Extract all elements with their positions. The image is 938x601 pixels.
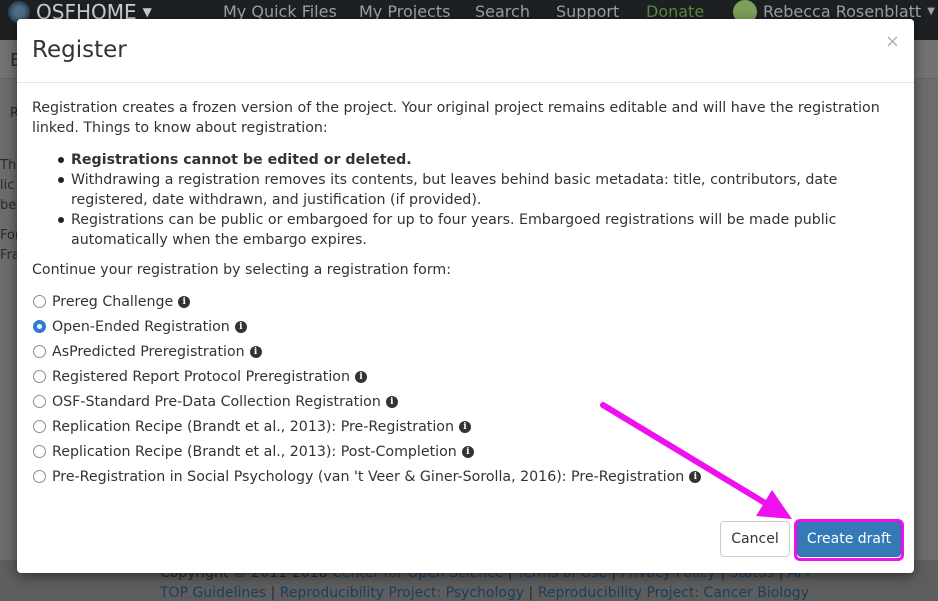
footer-link-top[interactable]: TOP Guidelines xyxy=(160,585,266,601)
modal-header: Register × xyxy=(17,19,914,83)
radio-button-selected[interactable] xyxy=(33,320,46,333)
chevron-down-icon: ▼ xyxy=(142,5,152,19)
radio-button[interactable] xyxy=(33,470,46,483)
option-label: Open-Ended Registration xyxy=(52,318,230,335)
option-social-psychology[interactable]: Pre-Registration in Social Psychology (v… xyxy=(32,464,892,489)
modal-title: Register xyxy=(32,37,127,63)
form-prompt: Continue your registration by selecting … xyxy=(32,262,452,278)
radio-button[interactable] xyxy=(33,420,46,433)
info-icon[interactable]: i xyxy=(354,370,367,383)
option-open-ended-registration[interactable]: Open-Ended Registration i xyxy=(32,314,892,339)
note-item: Registrations can be public or embargoed… xyxy=(58,210,892,250)
option-replication-post[interactable]: Replication Recipe (Brandt et al., 2013)… xyxy=(32,439,892,464)
info-icon[interactable]: i xyxy=(385,395,398,408)
registration-notes: Registrations cannot be edited or delete… xyxy=(32,150,892,250)
option-registered-report[interactable]: Registered Report Protocol Preregistrati… xyxy=(32,364,892,389)
info-icon[interactable]: i xyxy=(458,420,471,433)
radio-button[interactable] xyxy=(33,345,46,358)
close-icon[interactable]: × xyxy=(885,31,900,52)
option-label: OSF-Standard Pre-Data Collection Registr… xyxy=(52,393,381,410)
register-modal: Register × Registration creates a frozen… xyxy=(17,19,914,573)
option-label: Registered Report Protocol Preregistrati… xyxy=(52,368,350,385)
footer-link-rpp[interactable]: Reproducibility Project: Psychology xyxy=(280,585,524,601)
create-draft-button[interactable]: Create draft xyxy=(797,521,901,557)
caret-down-icon: ▼ xyxy=(927,6,935,17)
info-icon[interactable]: i xyxy=(461,445,474,458)
modal-body: Registration creates a frozen version of… xyxy=(32,98,892,489)
option-aspredicted[interactable]: AsPredicted Preregistration i xyxy=(32,339,892,364)
option-label: Replication Recipe (Brandt et al., 2013)… xyxy=(52,443,457,460)
radio-button[interactable] xyxy=(33,370,46,383)
option-label: Prereg Challenge xyxy=(52,293,174,310)
info-icon[interactable]: i xyxy=(234,320,247,333)
text-fragment: lic xyxy=(0,178,15,193)
radio-button[interactable] xyxy=(33,295,46,308)
option-osf-standard[interactable]: OSF-Standard Pre-Data Collection Registr… xyxy=(32,389,892,414)
note-item: Withdrawing a registration removes its c… xyxy=(58,170,892,210)
radio-button[interactable] xyxy=(33,445,46,458)
note-item: Registrations cannot be edited or delete… xyxy=(58,150,892,170)
info-icon[interactable]: i xyxy=(689,470,702,483)
footer-link-rpcb[interactable]: Reproducibility Project: Cancer Biology xyxy=(538,585,809,601)
radio-button[interactable] xyxy=(33,395,46,408)
option-prereg-challenge[interactable]: Prereg Challenge i xyxy=(32,289,892,314)
cancel-button[interactable]: Cancel xyxy=(720,521,790,557)
option-replication-pre[interactable]: Replication Recipe (Brandt et al., 2013)… xyxy=(32,414,892,439)
option-label: Replication Recipe (Brandt et al., 2013)… xyxy=(52,418,454,435)
info-icon[interactable]: i xyxy=(249,345,262,358)
option-label: Pre-Registration in Social Psychology (v… xyxy=(52,468,685,485)
info-icon[interactable]: i xyxy=(178,295,191,308)
intro-text: Registration creates a frozen version of… xyxy=(32,100,880,136)
option-label: AsPredicted Preregistration xyxy=(52,343,245,360)
registration-form-options: Prereg Challenge i Open-Ended Registrati… xyxy=(32,289,892,489)
